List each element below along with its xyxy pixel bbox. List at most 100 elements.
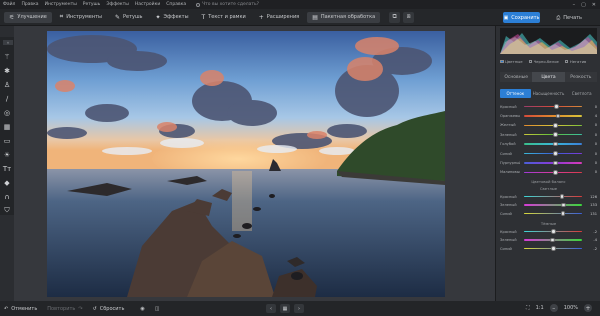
tab-basic[interactable]: Основные <box>500 72 533 82</box>
slider-value[interactable]: 0 <box>589 123 597 127</box>
batch-processing-tab[interactable]: ▤ Пакетная обработка <box>307 11 381 23</box>
slider-thumb[interactable] <box>555 113 561 119</box>
mode-bw-option[interactable]: Черно-белое <box>528 59 559 64</box>
next-image-button[interactable]: › <box>294 304 304 313</box>
zoom-in-button[interactable]: + <box>584 304 592 312</box>
fit-screen-icon[interactable]: ⛶ <box>526 305 530 311</box>
slider-value[interactable]: 0 <box>589 152 597 156</box>
photo-preview[interactable] <box>47 31 445 297</box>
tools-tab[interactable]: ⌗ Инструменты <box>55 12 107 23</box>
collapse-tools-handle[interactable]: « <box>3 40 13 45</box>
slider-value[interactable]: 0 <box>589 105 597 109</box>
undo-button[interactable]: ↶ Отменить <box>4 306 37 312</box>
mode-negative-checkbox[interactable] <box>564 59 569 64</box>
tab-sharpness[interactable]: Резкость <box>564 72 597 82</box>
mode-color-option[interactable]: Цветные <box>500 59 523 64</box>
minimize-icon[interactable]: – <box>573 2 576 8</box>
slider-thumb[interactable] <box>553 151 558 156</box>
slider-track[interactable] <box>524 160 582 166</box>
subtab-hue[interactable]: Оттенок <box>500 89 531 98</box>
menu-effects[interactable]: Эффекты <box>106 2 129 7</box>
tab-colors[interactable]: Цвета <box>532 72 565 82</box>
shield-icon[interactable]: ⛉ <box>3 206 12 215</box>
fill-icon[interactable]: ◆ <box>3 178 12 187</box>
slider-value[interactable]: 4 <box>589 114 597 118</box>
slider-thumb[interactable] <box>553 160 558 166</box>
slider-thumb[interactable] <box>551 246 556 251</box>
magic-icon[interactable]: ✱ <box>3 67 12 76</box>
slider-value[interactable]: 0 <box>589 161 597 165</box>
brush-icon[interactable]: ∕ <box>3 95 12 104</box>
mode-negative-option[interactable]: Негатив <box>564 59 586 64</box>
slider-track[interactable] <box>524 151 582 156</box>
image-list-button[interactable]: ▦ <box>280 304 290 313</box>
slider-track[interactable] <box>524 141 582 147</box>
extensions-tab[interactable]: + Расширения <box>254 12 304 23</box>
slider-track[interactable] <box>524 170 582 175</box>
slider-thumb[interactable] <box>554 104 559 109</box>
prev-image-button[interactable]: ‹ <box>266 304 276 313</box>
gradient-icon[interactable]: ▦ <box>3 123 12 132</box>
slider-value[interactable]: -4 <box>589 238 597 242</box>
slider-track[interactable] <box>524 132 582 137</box>
slider-thumb[interactable] <box>551 229 556 234</box>
menu-help[interactable]: Справка <box>166 2 186 7</box>
slider-thumb[interactable] <box>553 141 558 147</box>
redo-button[interactable]: Повторить ↷ <box>47 306 82 312</box>
slider-track[interactable] <box>524 229 582 234</box>
slider-value[interactable]: 0 <box>589 133 597 137</box>
slider-value[interactable]: 0 <box>589 142 597 146</box>
slider-track[interactable] <box>524 113 582 119</box>
zoom-out-button[interactable]: – <box>549 304 558 312</box>
slider-track[interactable] <box>524 202 582 208</box>
menu-search[interactable]: Что вы хотите сделать? <box>196 2 259 7</box>
retouch-tab[interactable]: ✎ Ретушь <box>110 12 148 23</box>
preview-toggle[interactable]: ◉ <box>140 306 144 312</box>
maximize-icon[interactable]: ▢ <box>581 2 586 8</box>
zoom-ratio[interactable]: 1:1 <box>536 305 544 311</box>
sun-icon[interactable]: ☀ <box>3 150 12 159</box>
reset-button[interactable]: ↺ Сбросить <box>93 306 125 312</box>
menu-edit[interactable]: Правка <box>21 2 38 7</box>
slider-thumb[interactable] <box>553 170 558 175</box>
slider-track[interactable] <box>524 194 582 199</box>
slider-track[interactable] <box>524 123 582 128</box>
slider-value[interactable]: 133 <box>589 203 597 207</box>
text-tool-icon[interactable]: Tт <box>3 164 12 173</box>
slider-track[interactable] <box>524 104 582 109</box>
slider-value[interactable]: -2 <box>589 230 597 234</box>
menu-tools[interactable]: Инструменты <box>45 2 77 7</box>
close-icon[interactable]: ✕ <box>592 2 596 8</box>
target-icon[interactable]: ◎ <box>3 109 12 118</box>
slider-thumb[interactable] <box>560 211 566 216</box>
slider-value[interactable]: 0 <box>589 170 597 174</box>
print-button[interactable]: ⎙ Печать <box>556 12 582 23</box>
slider-value[interactable]: 131 <box>589 212 597 216</box>
slider-thumb[interactable] <box>553 132 558 137</box>
menu-retouch[interactable]: Ретушь <box>83 2 101 7</box>
slider-track[interactable] <box>524 237 582 243</box>
slider-thumb[interactable] <box>553 123 558 128</box>
history-button[interactable]: ⧈ <box>403 11 415 23</box>
slider-value[interactable]: -2 <box>589 247 597 251</box>
slider-thumb[interactable] <box>550 237 555 243</box>
subtab-lightness[interactable]: Светлота <box>566 89 597 98</box>
stamp-icon[interactable]: ♙ <box>3 81 12 90</box>
split-view-button[interactable]: ◫ <box>155 306 160 312</box>
slider-thumb[interactable] <box>559 194 565 199</box>
mode-bw-checkbox[interactable] <box>528 59 533 64</box>
save-button[interactable]: ▣ Сохранить <box>503 12 540 23</box>
magnet-icon[interactable]: ∩ <box>3 192 12 201</box>
text-frames-tab[interactable]: T Текст и рамки <box>197 12 251 23</box>
subtab-saturation[interactable]: Насыщенность <box>533 89 565 98</box>
slider-thumb[interactable] <box>561 202 566 208</box>
slider-track[interactable] <box>524 211 582 216</box>
enhance-tab[interactable]: ⚟ Улучшение <box>4 11 52 23</box>
effects-tab[interactable]: ✦ Эффекты <box>151 12 194 23</box>
rect-icon[interactable]: ▭ <box>3 136 12 145</box>
mode-color-checkbox[interactable] <box>500 59 504 64</box>
slider-track[interactable] <box>524 246 582 251</box>
compare-button[interactable]: ⧉ <box>389 11 401 23</box>
menu-settings[interactable]: Настройки <box>135 2 160 7</box>
slider-value[interactable]: 126 <box>589 195 597 199</box>
